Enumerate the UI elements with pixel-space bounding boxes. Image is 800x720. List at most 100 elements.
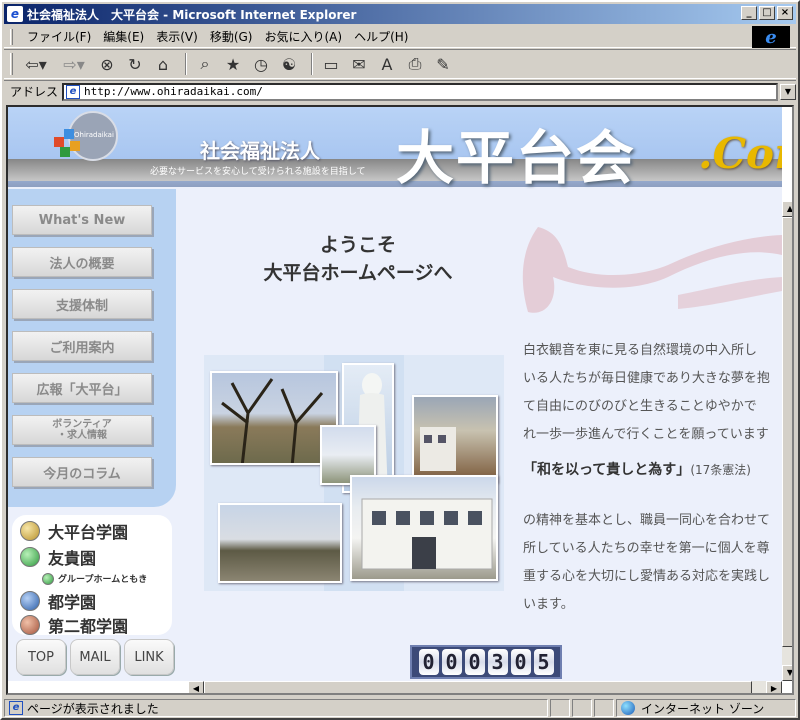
logo-square-icon (54, 137, 64, 147)
site-logo[interactable]: Ohiradaikai (48, 111, 118, 171)
print-icon[interactable]: ⎙ (403, 52, 427, 76)
org-type: 社会福祉法人 (200, 139, 320, 163)
motto-text: 「和を以って貴しと為す」 (523, 462, 691, 478)
banner-band (8, 159, 782, 181)
site-suffix: .Com (698, 129, 782, 178)
page-icon: e (66, 84, 81, 99)
scroll-right-button[interactable]: ▶ (766, 681, 782, 693)
welcome-line1: ようこそ (319, 234, 396, 256)
window-title: 社会福祉法人 大平台会 - Microsoft Internet Explore… (27, 7, 357, 22)
nav-whats-new[interactable]: What's New (12, 205, 152, 235)
photo-building-autumn (412, 395, 498, 483)
facility-link[interactable]: 友貴園 (20, 545, 96, 569)
motto-note: (17条憲法) (690, 463, 751, 477)
mail-button[interactable]: MAIL (70, 639, 120, 675)
minimize-button[interactable]: _ (741, 6, 757, 20)
nav-guide[interactable]: ご利用案内 (12, 331, 152, 361)
forward-icon[interactable]: ⇨▾ (57, 52, 91, 76)
facility-link[interactable]: 第二都学園 (20, 613, 128, 637)
favorites-icon[interactable]: ★ (221, 52, 245, 76)
edit-icon[interactable]: ✎ (431, 52, 455, 76)
bullet-ball-icon (20, 547, 40, 567)
access-counter: 0 0 0 3 0 5 (410, 645, 562, 679)
menu-grip (10, 28, 13, 45)
fullscreen-icon[interactable]: ▭ (319, 52, 343, 76)
horizontal-scroll-thumb[interactable] (204, 681, 752, 693)
maximize-button[interactable]: □ (759, 6, 775, 20)
logo-square-icon (64, 129, 74, 139)
menu-edit[interactable]: 編集(E) (97, 26, 150, 47)
scroll-left-button[interactable]: ◀ (188, 681, 204, 693)
vertical-scrollbar[interactable]: ▲ ▼ (782, 201, 792, 681)
page-done-icon: e (9, 701, 23, 715)
intro-line: れ一歩一歩進んで行くことを願っています (523, 427, 769, 442)
home-icon[interactable]: ⌂ (151, 52, 175, 76)
channels-icon[interactable]: ☯ (277, 52, 301, 76)
search-icon[interactable]: ⌕ (193, 52, 217, 76)
body-line: います。 (523, 597, 574, 612)
welcome-heading: ようこそ 大平台ホームページへ (228, 231, 488, 287)
ie-logo-glyph: e (765, 26, 777, 48)
facility-link[interactable]: グループホームともき (42, 572, 147, 585)
nav-volunteer-line2: ・求人情報 (57, 430, 107, 441)
nav-newsletter[interactable]: 広報「大平台」 (12, 373, 152, 403)
counter-digit: 5 (533, 649, 554, 675)
font-size-icon[interactable]: A (375, 52, 399, 76)
history-icon[interactable]: ◷ (249, 52, 273, 76)
counter-digit: 0 (464, 649, 485, 675)
bullet-ball-icon (20, 615, 40, 635)
status-text: ページが表示されました (27, 701, 159, 716)
facility-link[interactable]: 都学園 (20, 589, 96, 613)
calligraphy-brush-stroke (522, 227, 782, 313)
photo-collage (204, 355, 504, 591)
close-button[interactable]: × (777, 6, 793, 20)
address-dropdown-button[interactable]: ▼ (780, 83, 796, 100)
photo-trees (210, 371, 338, 465)
web-page: Ohiradaikai 社会福祉法人 必要なサービスを安心して受けられる施設を目… (8, 107, 782, 681)
facility-label: グループホームともき (58, 575, 148, 585)
horizontal-scrollbar[interactable]: ◀ ▶ (188, 681, 782, 693)
facility-label: 大平台学園 (48, 523, 129, 542)
ie-throbber-icon: e (752, 26, 790, 48)
nav-support[interactable]: 支援体制 (12, 289, 152, 319)
photo-courtyard (218, 503, 342, 583)
nav-about[interactable]: 法人の概要 (12, 247, 152, 277)
site-name: 大平台会 (396, 124, 637, 192)
stop-icon[interactable]: ⊗ (95, 52, 119, 76)
logo-emblem-icon: Ohiradaikai (68, 111, 118, 161)
facility-link[interactable]: 大平台学園 (20, 519, 128, 543)
banner-slogan: 必要なサービスを安心して受けられる施設を目指して (150, 167, 366, 177)
side-navigation: What's New 法人の概要 支援体制 ご利用案内 広報「大平台」 ボランテ… (8, 189, 176, 507)
nav-volunteer[interactable]: ボランティア ・求人情報 (12, 415, 152, 445)
status-bar: e ページが表示されました インターネット ゾーン (4, 698, 796, 718)
menu-favorites[interactable]: お気に入り(A) (258, 26, 348, 47)
address-label: アドレス (10, 85, 59, 99)
scroll-up-button[interactable]: ▲ (782, 201, 792, 217)
ie-icon: e (7, 6, 23, 22)
status-cell (572, 699, 592, 717)
menu-view[interactable]: 表示(V) (150, 26, 204, 47)
address-bar: アドレス e http://www.ohiradaikai.com/ ▼ (4, 80, 796, 102)
scroll-down-button[interactable]: ▼ (782, 665, 792, 681)
title-bar: e 社会福祉法人 大平台会 - Microsoft Internet Explo… (4, 4, 796, 24)
refresh-icon[interactable]: ↻ (123, 52, 147, 76)
back-icon[interactable]: ⇦▾ (19, 52, 53, 76)
top-button[interactable]: TOP (16, 639, 66, 675)
status-cell (550, 699, 570, 717)
body-line: 重する心を大切にし愛情ある対応を実践し (523, 569, 771, 584)
menu-file[interactable]: ファイル(F) (21, 26, 97, 47)
zone-text: インターネット ゾーン (641, 701, 765, 716)
bullet-ball-icon (20, 521, 40, 541)
body-line: 所している人たちの幸せを第一に個人を尊 (523, 541, 770, 556)
address-input[interactable]: e http://www.ohiradaikai.com/ (62, 82, 778, 101)
menu-go[interactable]: 移動(G) (204, 26, 259, 47)
link-button[interactable]: LINK (124, 639, 174, 675)
nav-column[interactable]: 今月のコラム (12, 457, 152, 487)
site-banner: Ohiradaikai 社会福祉法人 必要なサービスを安心して受けられる施設を目… (8, 107, 782, 192)
vertical-scroll-thumb[interactable] (782, 217, 792, 647)
mail-icon[interactable]: ✉ (347, 52, 371, 76)
facility-label: 都学園 (48, 593, 97, 612)
building-icon (420, 427, 456, 471)
menu-help[interactable]: ヘルプ(H) (348, 26, 414, 47)
address-url[interactable]: http://www.ohiradaikai.com/ (84, 85, 263, 98)
